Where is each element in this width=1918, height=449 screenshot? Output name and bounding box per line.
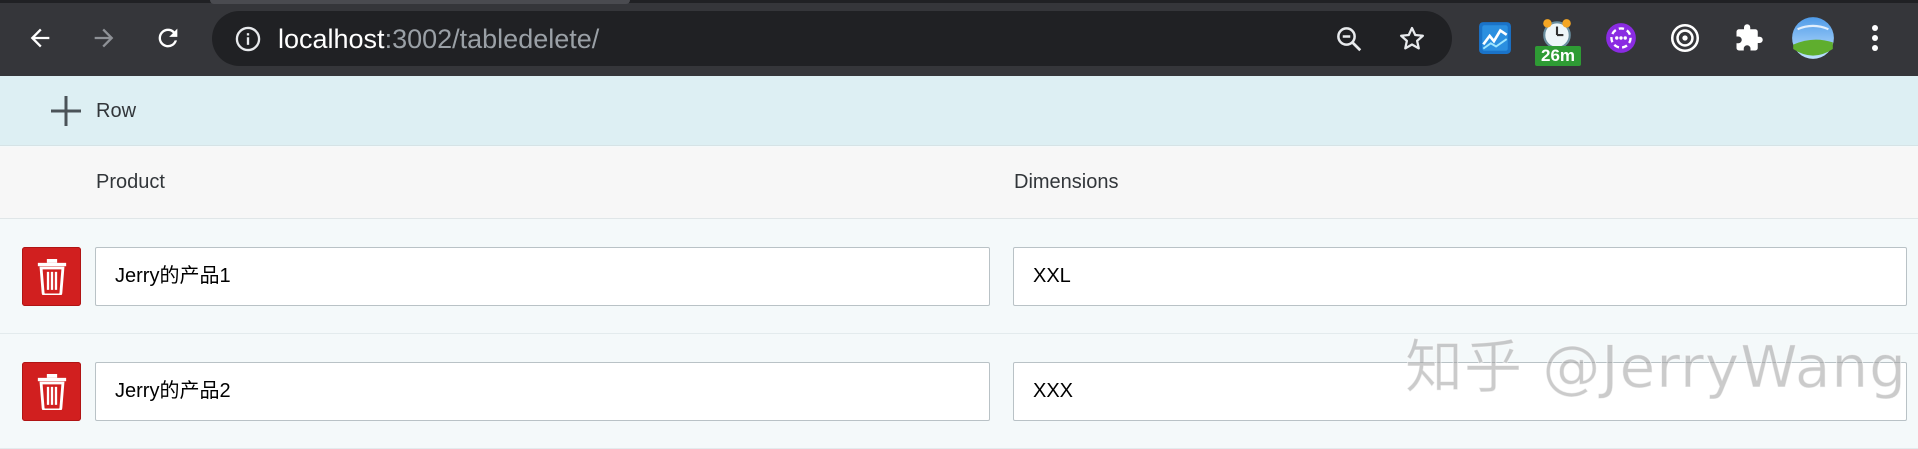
dimensions-input[interactable]: XXL xyxy=(1013,247,1907,306)
product-input[interactable]: Jerry的产品1 xyxy=(95,247,990,306)
table-row: Jerry的产品1 XXL xyxy=(0,220,1918,334)
url-text[interactable]: localhost:3002/tabledelete/ xyxy=(278,25,599,53)
info-icon[interactable] xyxy=(234,25,262,53)
puzzle-extensions-icon[interactable] xyxy=(1729,16,1769,60)
address-bar[interactable]: localhost:3002/tabledelete/ xyxy=(212,11,1452,66)
column-header-product: Product xyxy=(96,171,165,193)
stock-chart-extension-icon[interactable] xyxy=(1475,16,1515,60)
reload-button[interactable] xyxy=(150,20,186,56)
product-input[interactable]: Jerry的产品2 xyxy=(95,362,990,421)
alarm-badge: 26m xyxy=(1535,46,1581,66)
target-extension-icon[interactable] xyxy=(1665,16,1705,60)
add-row-button[interactable]: Row xyxy=(48,90,136,132)
watermark: 知乎 @JerryWang xyxy=(1405,333,1907,402)
arrow-right-icon xyxy=(94,28,114,48)
table-header: Product Dimensions xyxy=(0,147,1918,219)
delete-row-button[interactable] xyxy=(22,247,81,306)
profile-avatar[interactable] xyxy=(1790,16,1836,60)
more-menu-icon[interactable] xyxy=(1865,18,1885,58)
purple-chat-extension-icon[interactable] xyxy=(1601,16,1641,60)
browser-toolbar: localhost:3002/tabledelete/ 26m xyxy=(0,0,1918,76)
trash-icon xyxy=(37,258,66,295)
table-toolbar: Row xyxy=(0,76,1918,146)
trash-icon xyxy=(37,373,66,410)
active-tab-edge[interactable] xyxy=(210,0,630,4)
url-host: localhost xyxy=(278,24,385,54)
reload-icon xyxy=(158,28,178,48)
back-button[interactable] xyxy=(22,20,58,56)
column-header-dimensions: Dimensions xyxy=(1014,171,1119,193)
arrow-left-icon xyxy=(30,28,50,48)
bookmark-star-icon[interactable] xyxy=(1397,24,1427,54)
forward-button[interactable] xyxy=(86,20,122,56)
add-row-label: Row xyxy=(96,99,137,122)
delete-row-button[interactable] xyxy=(22,362,81,421)
plus-icon xyxy=(51,96,81,126)
url-path: :3002/tabledelete/ xyxy=(384,24,600,54)
zoom-out-icon[interactable] xyxy=(1334,24,1364,54)
